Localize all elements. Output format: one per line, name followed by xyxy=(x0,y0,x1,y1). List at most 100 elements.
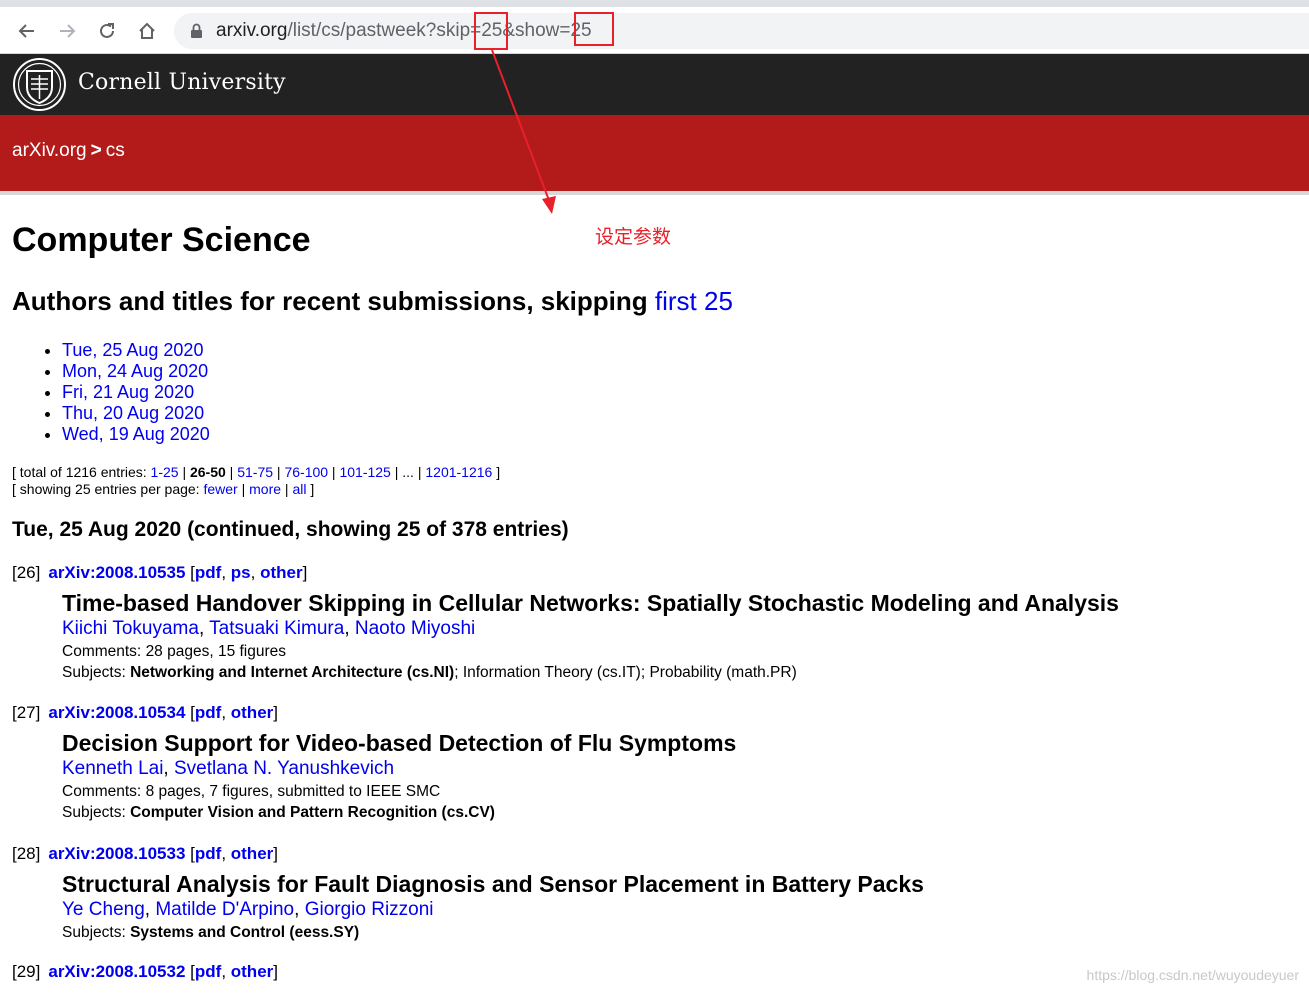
address-bar[interactable]: arxiv.org/list/cs/pastweek?skip=25&show=… xyxy=(174,13,1309,49)
arrow-left-icon xyxy=(18,24,34,38)
bracket-close: ] xyxy=(496,464,501,480)
author-link[interactable]: Tatsuaki Kimura xyxy=(209,618,344,639)
author-link[interactable]: Kiichi Tokuyama xyxy=(62,618,199,639)
date-item: Fri, 21 Aug 2020 xyxy=(62,382,210,403)
author-link[interactable]: Svetlana N. Yanushkevich xyxy=(174,758,394,779)
section-heading: Tue, 25 Aug 2020 (continued, showing 25 … xyxy=(12,518,569,541)
author-link[interactable]: Matilde D'Arpino xyxy=(155,899,294,920)
lock-icon[interactable] xyxy=(190,23,203,39)
breadcrumb-site[interactable]: arXiv.org xyxy=(12,140,87,161)
range-link[interactable]: 1-25 xyxy=(151,464,179,480)
entry-subjects: Subjects: Computer Vision and Pattern Re… xyxy=(62,804,1302,822)
entry-subjects: Subjects: Systems and Control (eess.SY) xyxy=(62,924,1302,942)
other-link[interactable]: other xyxy=(231,962,274,981)
subjects-label: Subjects: xyxy=(62,924,126,941)
subjects-label: Subjects: xyxy=(62,664,126,681)
back-button[interactable] xyxy=(13,17,41,45)
other-subjects: ; Information Theory (cs.IT); Probabilit… xyxy=(454,664,797,681)
comments-text: 28 pages, 15 figures xyxy=(145,643,287,660)
entry-comments: Comments: 28 pages, 15 figures xyxy=(62,643,1302,661)
other-link[interactable]: other xyxy=(260,563,303,582)
date-item: Tue, 25 Aug 2020 xyxy=(62,340,210,361)
entry-index: [28] xyxy=(12,844,41,863)
arxiv-id-link[interactable]: arXiv:2008.10534 xyxy=(48,703,185,722)
arxiv-id-link[interactable]: arXiv:2008.10533 xyxy=(48,844,185,863)
list-item: [26] arXiv:2008.10535 [pdf, ps, other] Ti… xyxy=(12,563,1302,682)
date-link-wed[interactable]: Wed, 19 Aug 2020 xyxy=(62,424,210,444)
date-link-mon[interactable]: Mon, 24 Aug 2020 xyxy=(62,361,208,381)
annotation-label: 设定参数 xyxy=(595,226,672,248)
entry-title: Time-based Handover Skipping in Cellular… xyxy=(62,590,1119,616)
entry-index: [26] xyxy=(12,563,41,582)
arxiv-id-link[interactable]: arXiv:2008.10532 xyxy=(48,962,185,981)
author-link[interactable]: Giorgio Rizzoni xyxy=(305,899,434,920)
pagination: [ total of 1216 entries: 1-25 | 26-50 | … xyxy=(12,464,500,498)
date-link-thu[interactable]: Thu, 20 Aug 2020 xyxy=(62,403,204,423)
home-icon xyxy=(139,22,155,39)
institution-name[interactable]: Cornell University xyxy=(78,70,286,95)
page-subtitle: Authors and titles for recent submission… xyxy=(12,286,733,317)
pagination-ranges: [ total of 1216 entries: 1-25 | 26-50 | … xyxy=(12,464,501,480)
range-link[interactable]: 76-100 xyxy=(284,464,328,480)
reload-icon xyxy=(100,23,114,38)
list-item: [28] arXiv:2008.10533 [pdf, other] Struct… xyxy=(12,844,1302,942)
showing-text: [ showing 25 entries per page: xyxy=(12,481,200,497)
more-link[interactable]: more xyxy=(249,481,281,497)
watermark: https://blog.csdn.net/wuyoudeyuer xyxy=(1086,967,1299,983)
range-link[interactable]: 51-75 xyxy=(237,464,273,480)
entry-index: [27] xyxy=(12,703,41,722)
total-entries-text: [ total of 1216 entries: xyxy=(12,464,147,480)
entry-body: Structural Analysis for Fault Diagnosis … xyxy=(62,871,1302,942)
breadcrumb-separator: > xyxy=(90,140,102,161)
ps-link[interactable]: ps xyxy=(231,563,251,582)
cornell-seal-icon[interactable] xyxy=(12,57,67,112)
page-title: Computer Science xyxy=(12,221,311,259)
date-link-tue[interactable]: Tue, 25 Aug 2020 xyxy=(62,340,203,360)
range-ellipsis: ... xyxy=(402,464,414,480)
range-link[interactable]: 1201-1216 xyxy=(425,464,492,480)
fewer-link[interactable]: fewer xyxy=(203,481,237,497)
entry-header: [26] arXiv:2008.10535 [pdf, ps, other] xyxy=(12,563,308,582)
arrow-right-icon xyxy=(60,24,76,38)
pdf-link[interactable]: pdf xyxy=(195,962,221,981)
pdf-link[interactable]: pdf xyxy=(195,844,221,863)
reload-button[interactable] xyxy=(93,17,121,45)
primary-subject: Computer Vision and Pattern Recognition … xyxy=(130,804,495,821)
other-link[interactable]: other xyxy=(231,844,274,863)
date-item: Thu, 20 Aug 2020 xyxy=(62,403,210,424)
entry-authors: Ye Cheng, Matilde D'Arpino, Giorgio Rizz… xyxy=(62,899,434,920)
pdf-link[interactable]: pdf xyxy=(195,563,221,582)
entry-header: [27] arXiv:2008.10534 [pdf, other] xyxy=(12,703,278,722)
first-25-link[interactable]: first 25 xyxy=(655,286,733,316)
date-item: Wed, 19 Aug 2020 xyxy=(62,424,210,445)
comments-text: 8 pages, 7 figures, submitted to IEEE SM… xyxy=(145,783,441,800)
list-item: [27] arXiv:2008.10534 [pdf, other] Decisi… xyxy=(12,703,1302,822)
browser-toolbar: arxiv.org/list/cs/pastweek?skip=25&show=… xyxy=(0,7,1309,54)
arxiv-id-link[interactable]: arXiv:2008.10535 xyxy=(48,563,185,582)
url-text[interactable]: arxiv.org/list/cs/pastweek?skip=25&show=… xyxy=(216,20,592,42)
primary-subject: Systems and Control (eess.SY) xyxy=(130,924,360,941)
all-link[interactable]: all xyxy=(292,481,306,497)
entry-comments: Comments: 8 pages, 7 figures, submitted … xyxy=(62,783,1302,801)
annotation-box-skip xyxy=(474,12,508,50)
home-button[interactable] xyxy=(133,17,161,45)
author-link[interactable]: Kenneth Lai xyxy=(62,758,163,779)
arxiv-header: arXiv.org > cs xyxy=(0,115,1309,195)
primary-subject: Networking and Internet Architecture (cs… xyxy=(130,664,455,681)
range-current: 26-50 xyxy=(189,464,226,480)
breadcrumb-section[interactable]: cs xyxy=(106,140,125,161)
entry-title: Structural Analysis for Fault Diagnosis … xyxy=(62,871,924,897)
entry-subjects: Subjects: Networking and Internet Archit… xyxy=(62,664,1302,682)
annotation-box-show xyxy=(574,12,614,46)
other-link[interactable]: other xyxy=(231,703,274,722)
url-path: /list/cs/pastweek?skip=25&show=25 xyxy=(287,20,592,41)
pdf-link[interactable]: pdf xyxy=(195,703,221,722)
author-link[interactable]: Naoto Miyoshi xyxy=(355,618,475,639)
author-link[interactable]: Ye Cheng xyxy=(62,899,145,920)
range-link[interactable]: 101-125 xyxy=(339,464,390,480)
url-host: arxiv.org xyxy=(216,20,288,41)
bracket-close: ] xyxy=(310,481,315,497)
date-link-fri[interactable]: Fri, 21 Aug 2020 xyxy=(62,382,194,402)
cornell-banner: Cornell University xyxy=(0,54,1309,115)
forward-button[interactable] xyxy=(53,17,81,45)
